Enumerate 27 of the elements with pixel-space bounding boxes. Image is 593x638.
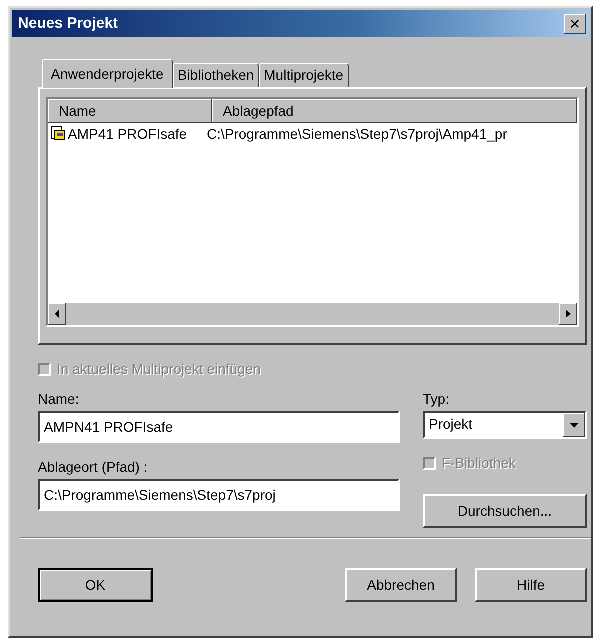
ok-button[interactable]: OK (38, 568, 153, 602)
table-cell: C:\Programme\Siemens\Step7\s7proj\Amp41_pr (207, 126, 508, 142)
tab[interactable]: Bibliotheken (172, 63, 260, 87)
scroll-right-icon[interactable] (566, 310, 570, 318)
close-button[interactable]: × (564, 14, 586, 34)
horizontal-scrollbar[interactable] (48, 303, 577, 325)
field-label: Ablageort (Pfad) : (38, 459, 149, 475)
window-title: Neues Projekt (18, 15, 118, 32)
table-cell-text: AMP41 PROFIsafe (68, 126, 188, 142)
checkbox-label: In aktuelles Multiprojekt einfügen (57, 361, 261, 377)
tab[interactable]: Multiprojekte (259, 63, 349, 87)
help-button[interactable]: Hilfe (475, 568, 587, 602)
column-header[interactable]: Name (48, 99, 212, 123)
type-dropdown[interactable]: Projekt (423, 411, 587, 439)
browse-button[interactable]: Durchsuchen... (423, 494, 587, 528)
cancel-button[interactable]: Abbrechen (345, 568, 457, 602)
project-icon (50, 126, 66, 142)
name-field[interactable]: AMPN41 PROFIsafe (38, 411, 400, 443)
checkbox-label: F-Bibliothek (442, 455, 516, 471)
location-field[interactable]: C:\Programme\Siemens\Step7\s7proj (38, 479, 400, 511)
scroll-left-icon[interactable] (54, 310, 60, 318)
column-header[interactable]: Ablagepfad (212, 99, 577, 123)
list-row[interactable]: AMP41 PROFIsafe C:\Programme\Siemens\Step7\s7proj\Amp41_pr (48, 126, 577, 142)
field-label: Typ: (423, 391, 450, 407)
tab[interactable]: Anwenderprojekte (42, 59, 173, 88)
field-label: Name: (38, 391, 80, 407)
dropdown-arrow-icon[interactable] (570, 422, 578, 428)
